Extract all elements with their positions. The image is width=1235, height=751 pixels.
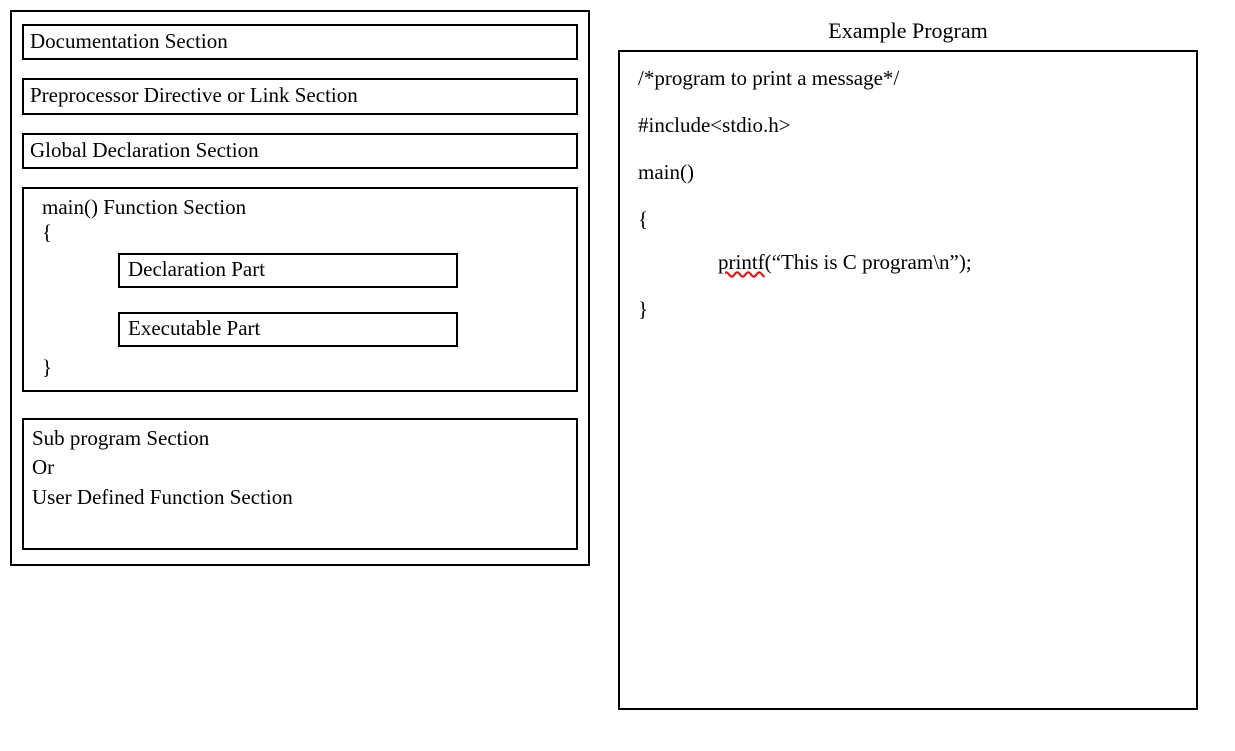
documentation-section-box: Documentation Section	[22, 24, 578, 60]
declaration-part-box: Declaration Part	[118, 253, 458, 288]
code-close-brace: }	[638, 297, 1178, 322]
structure-panel: Documentation Section Preprocessor Direc…	[10, 10, 590, 566]
code-printf-keyword: printf	[718, 250, 765, 274]
global-declaration-section-label: Global Declaration Section	[30, 138, 259, 162]
code-comment: /*program to print a message*/	[638, 66, 1178, 91]
diagram-root: Documentation Section Preprocessor Direc…	[10, 10, 1225, 710]
main-open-brace: {	[42, 220, 566, 245]
sub-program-line1: Sub program Section	[32, 424, 568, 453]
code-main: main()	[638, 160, 1178, 185]
documentation-section-label: Documentation Section	[30, 29, 228, 53]
sub-program-line2: Or	[32, 453, 568, 482]
global-declaration-section-box: Global Declaration Section	[22, 133, 578, 169]
preprocessor-section-label: Preprocessor Directive or Link Section	[30, 83, 358, 107]
code-printf-args: (“This is C program\n”);	[765, 250, 972, 274]
code-printf-line: printf(“This is C program\n”);	[638, 250, 1178, 275]
preprocessor-section-box: Preprocessor Directive or Link Section	[22, 78, 578, 114]
example-panel-wrap: Example Program /*program to print a mes…	[618, 10, 1198, 710]
sub-program-section-box: Sub program Section Or User Defined Func…	[22, 418, 578, 550]
main-function-section-box: main() Function Section { Declaration Pa…	[22, 187, 578, 392]
code-include: #include<stdio.h>	[638, 113, 1178, 138]
main-function-title: main() Function Section	[42, 195, 566, 220]
main-close-brace: }	[42, 355, 566, 380]
executable-part-box: Executable Part	[118, 312, 458, 347]
example-program-box: /*program to print a message*/ #include<…	[618, 50, 1198, 710]
example-program-title: Example Program	[828, 18, 987, 44]
executable-part-label: Executable Part	[128, 316, 260, 340]
sub-program-line3: User Defined Function Section	[32, 483, 568, 512]
code-open-brace: {	[638, 207, 1178, 232]
declaration-part-label: Declaration Part	[128, 257, 265, 281]
